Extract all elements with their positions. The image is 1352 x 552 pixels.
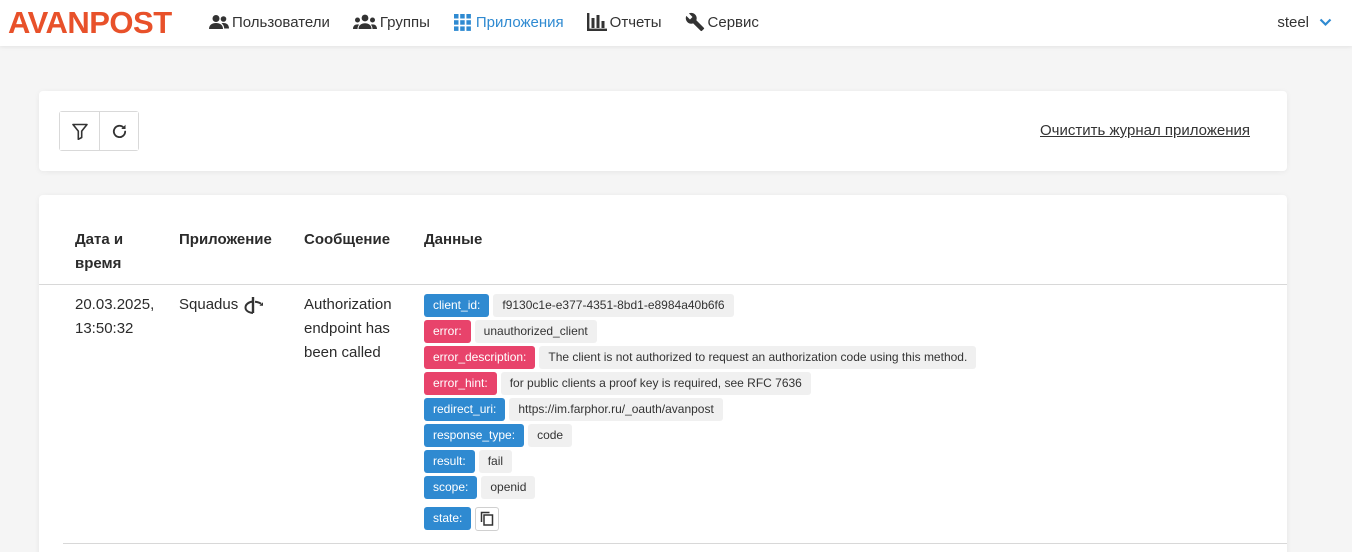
- data-key: scope:: [424, 476, 478, 499]
- log-toolbar: Очистить журнал приложения: [39, 91, 1287, 171]
- data-entry-redirect-uri: redirect_uri: https://im.farphor.ru/_oau…: [424, 398, 723, 421]
- nav-label: Пользователи: [232, 13, 330, 31]
- cell-date: 20.03.2025,: [75, 296, 155, 313]
- filter-icon: [71, 123, 88, 140]
- header-datetime-line1: Дата и: [75, 231, 124, 248]
- nav-item-reports[interactable]: Отчеты: [586, 0, 662, 44]
- app-log-table: Дата и время Приложение Сообщение Данные…: [39, 195, 1287, 552]
- nav-item-groups[interactable]: Группы: [352, 0, 430, 44]
- data-value: openid: [481, 476, 536, 499]
- avanpost-logo[interactable]: AVANPOST: [8, 6, 172, 40]
- copy-icon: [480, 511, 494, 526]
- header-datetime[interactable]: Дата и время: [75, 228, 123, 276]
- data-entry-result: result: fail: [424, 450, 513, 473]
- cell-message: Authorization endpoint has been called: [304, 293, 392, 365]
- filter-button[interactable]: [60, 112, 99, 150]
- copy-state-button[interactable]: [475, 506, 500, 531]
- logo-text: AVANPOST: [8, 5, 172, 40]
- table-header: Дата и время Приложение Сообщение Данные: [39, 195, 1287, 285]
- data-key: client_id:: [424, 294, 490, 317]
- data-key: response_type:: [424, 424, 525, 447]
- data-entry-error-description: error_description: The client is not aut…: [424, 346, 977, 369]
- data-entry-client-id: client_id: f9130c1e-e377-4351-8bd1-e8984…: [424, 294, 734, 317]
- user-name: steel: [1277, 13, 1309, 31]
- users-icon: [208, 11, 230, 33]
- header-app[interactable]: Приложение: [179, 228, 272, 252]
- message-line: endpoint has: [304, 320, 390, 337]
- header-datetime-line2: время: [75, 255, 122, 272]
- refresh-icon: [111, 123, 128, 140]
- data-value: f9130c1e-e377-4351-8bd1-e8984a40b6f6: [493, 294, 734, 317]
- user-menu[interactable]: steel: [1277, 0, 1332, 44]
- data-value: The client is not authorized to request …: [539, 346, 977, 369]
- data-value: code: [528, 424, 573, 447]
- refresh-button[interactable]: [99, 112, 138, 150]
- data-value: fail: [478, 450, 513, 473]
- nav-label: Группы: [379, 13, 430, 31]
- message-line: been called: [304, 344, 381, 361]
- data-key: state:: [424, 507, 472, 530]
- main-nav: Пользователи Группы Приложения Отчеты Се…: [208, 0, 781, 44]
- header-data[interactable]: Данные: [424, 228, 482, 252]
- chevron-down-icon: [1319, 18, 1332, 27]
- data-value: for public clients a proof key is requir…: [500, 372, 811, 395]
- data-value: https://im.farphor.ru/_oauth/avanpost: [509, 398, 723, 421]
- message-line: Authorization: [304, 296, 392, 313]
- data-key: redirect_uri:: [424, 398, 506, 421]
- groups-icon: [352, 11, 378, 33]
- nav-label: Сервис: [707, 13, 759, 31]
- data-entry-error: error: unauthorized_client: [424, 320, 597, 343]
- data-entry-response-type: response_type: code: [424, 424, 573, 447]
- data-entry-scope: scope: openid: [424, 476, 536, 499]
- table-row: 20.03.2025, 13:50:32 Squadus Authorizati…: [39, 285, 1287, 545]
- bar-chart-icon: [586, 11, 608, 33]
- data-key: error:: [424, 320, 471, 343]
- cell-app-name: Squadus: [179, 296, 239, 313]
- nav-label: Отчеты: [609, 13, 662, 31]
- data-key: error_hint:: [424, 372, 497, 395]
- nav-item-service[interactable]: Сервис: [684, 0, 759, 44]
- nav-label: Приложения: [475, 13, 564, 31]
- top-navbar: AVANPOST Пользователи Группы Приложения …: [0, 0, 1352, 46]
- cell-time: 13:50:32: [75, 320, 134, 337]
- wrench-icon: [684, 11, 706, 33]
- header-message[interactable]: Сообщение: [304, 228, 390, 252]
- nav-item-apps[interactable]: Приложения: [452, 0, 564, 44]
- data-value: unauthorized_client: [474, 320, 597, 343]
- apps-grid-icon: [452, 11, 474, 33]
- clear-app-log-link[interactable]: Очистить журнал приложения: [1040, 122, 1250, 139]
- data-entry-state: state:: [424, 506, 500, 531]
- toolbar-button-group: [59, 111, 139, 151]
- row-divider: [63, 543, 1287, 544]
- openid-icon: [244, 296, 264, 314]
- nav-item-users[interactable]: Пользователи: [208, 0, 330, 44]
- data-key: error_description:: [424, 346, 536, 369]
- data-entry-error-hint: error_hint: for public clients a proof k…: [424, 372, 811, 395]
- data-key: result:: [424, 450, 475, 473]
- cell-app: Squadus: [179, 293, 264, 317]
- cell-datetime: 20.03.2025, 13:50:32: [75, 293, 154, 341]
